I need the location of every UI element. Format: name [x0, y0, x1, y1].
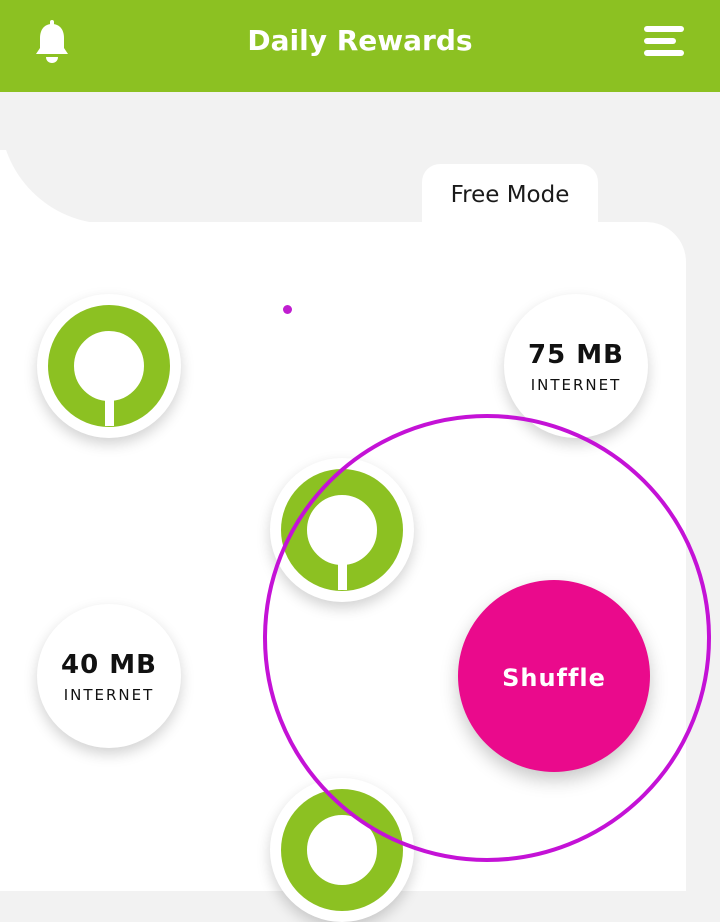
reward-token-bubble[interactable] — [270, 458, 414, 602]
top-curve — [0, 92, 720, 224]
reward-unit: INTERNET — [530, 376, 622, 394]
reward-token-bubble[interactable] — [37, 294, 181, 438]
page-title: Daily Rewards — [247, 24, 473, 57]
tab-label: Free Mode — [450, 182, 570, 208]
shuffle-button[interactable]: Shuffle — [458, 580, 650, 772]
reward-amount: 75 MB — [528, 340, 624, 370]
reward-token-bubble[interactable] — [270, 778, 414, 922]
token-ring-icon — [281, 469, 403, 591]
indicator-dot — [283, 305, 292, 314]
reward-bubble-40mb[interactable]: 40 MB INTERNET — [37, 604, 181, 748]
token-ring-icon — [48, 305, 170, 427]
token-ring-icon — [281, 789, 403, 911]
app-header: Daily Rewards — [0, 0, 720, 92]
reward-bubble-75mb[interactable]: 75 MB INTERNET — [504, 294, 648, 438]
tab-free-mode[interactable]: Free Mode — [422, 164, 598, 230]
reward-amount: 40 MB — [61, 650, 157, 680]
menu-icon — [644, 26, 684, 56]
shuffle-label: Shuffle — [502, 664, 606, 692]
menu-button[interactable] — [640, 24, 686, 60]
reward-unit: INTERNET — [63, 686, 155, 704]
